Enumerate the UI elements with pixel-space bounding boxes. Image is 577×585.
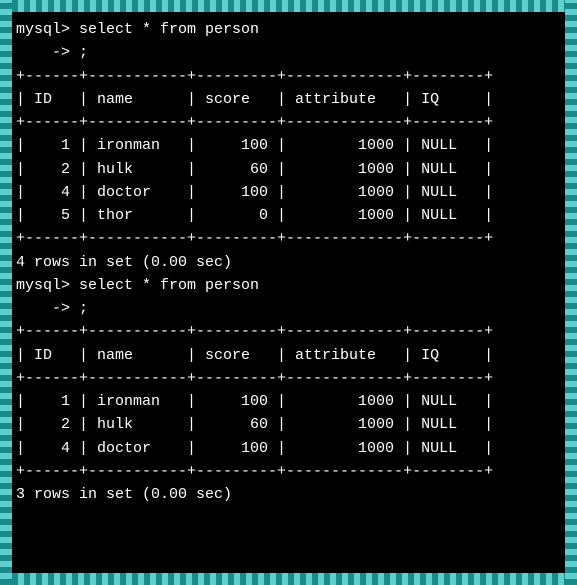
table-row: | 4 | doctor | 100 | 1000 | NULL | xyxy=(16,437,561,460)
mysql-continuation-line[interactable]: -> ; xyxy=(16,41,561,64)
result-status: 4 rows in set (0.00 sec) xyxy=(16,251,561,274)
mysql-continuation-line[interactable]: -> ; xyxy=(16,297,561,320)
table-border: +------+-----------+---------+----------… xyxy=(16,111,561,134)
table-border: +------+-----------+---------+----------… xyxy=(16,65,561,88)
table-border: +------+-----------+---------+----------… xyxy=(16,367,561,390)
table-header-row: | ID | name | score | attribute | IQ | xyxy=(16,344,561,367)
result-status: 3 rows in set (0.00 sec) xyxy=(16,483,561,506)
table-row: | 1 | ironman | 100 | 1000 | NULL | xyxy=(16,134,561,157)
table-border: +------+-----------+---------+----------… xyxy=(16,227,561,250)
table-row: | 4 | doctor | 100 | 1000 | NULL | xyxy=(16,181,561,204)
table-border: +------+-----------+---------+----------… xyxy=(16,320,561,343)
table-row: | 1 | ironman | 100 | 1000 | NULL | xyxy=(16,390,561,413)
table-row: | 5 | thor | 0 | 1000 | NULL | xyxy=(16,204,561,227)
mysql-prompt-line[interactable]: mysql> select * from person xyxy=(16,274,561,297)
mysql-terminal[interactable]: mysql> select * from person -> ;+------+… xyxy=(12,12,565,573)
table-row: | 2 | hulk | 60 | 1000 | NULL | xyxy=(16,158,561,181)
table-header-row: | ID | name | score | attribute | IQ | xyxy=(16,88,561,111)
table-border: +------+-----------+---------+----------… xyxy=(16,460,561,483)
table-row: | 2 | hulk | 60 | 1000 | NULL | xyxy=(16,413,561,436)
mysql-prompt-line[interactable]: mysql> select * from person xyxy=(16,18,561,41)
